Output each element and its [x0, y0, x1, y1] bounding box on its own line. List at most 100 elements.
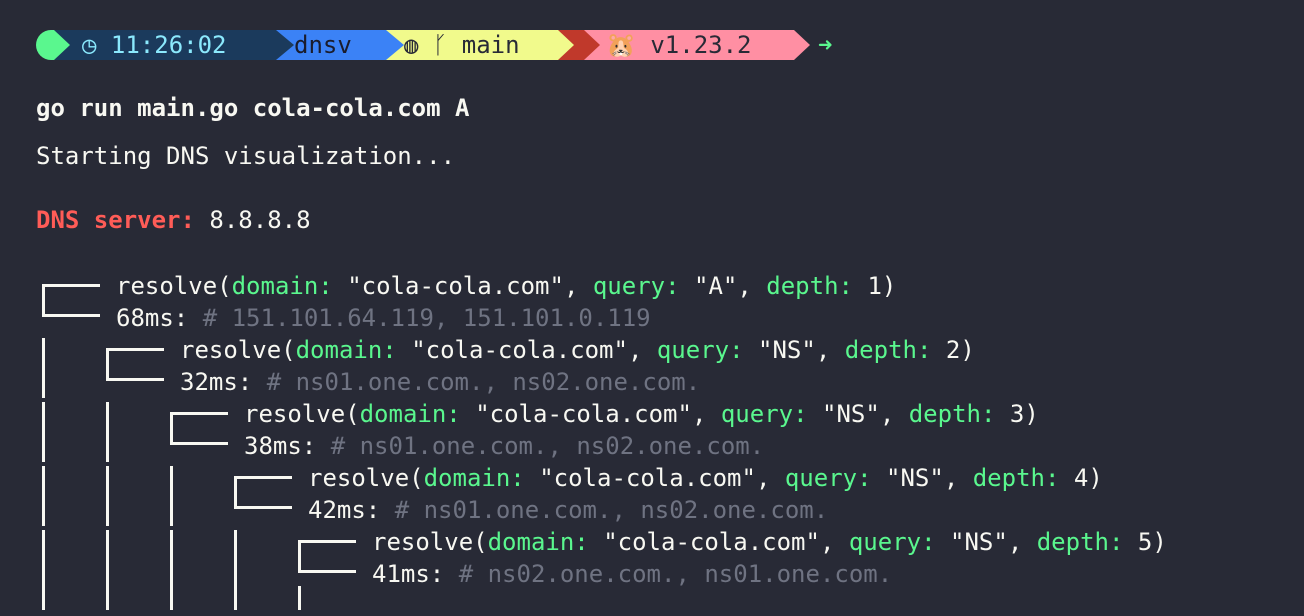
tree-guide-line [170, 586, 173, 610]
separator: , [737, 272, 752, 300]
domain-key: domain: [231, 272, 333, 300]
command-line: go run main.go cola-cola.com A [36, 94, 470, 122]
prompt-directory: dnsv [294, 31, 352, 59]
tree-guide-line [42, 586, 45, 610]
resolve-result-line: 38ms: # ns01.one.com., ns02.one.com. [244, 430, 764, 462]
close-paren: ) [1024, 400, 1039, 428]
tree-guide-line [106, 466, 109, 526]
tree-guide-line [298, 586, 301, 610]
tree-branch-line [106, 348, 109, 380]
tree-branch-line [234, 476, 237, 508]
tree-guide-line [42, 338, 45, 398]
close-paren: ) [960, 336, 975, 364]
query-key: query: [592, 272, 680, 300]
tree-guide-line [234, 586, 237, 610]
response-time: 42ms: [308, 496, 381, 524]
tree-guide-line [106, 402, 109, 462]
dns-server-line: DNS server: 8.8.8.8 [36, 206, 311, 234]
prompt-go-version: v1.23.2 [650, 31, 752, 59]
resolve-keyword: resolve( [308, 464, 424, 492]
depth-key: depth: [1036, 528, 1124, 556]
segment-arrow [794, 30, 810, 60]
segment-arrow [276, 30, 294, 60]
query-value: "NS" [886, 464, 944, 492]
result-comment: # ns01.one.com., ns02.one.com. [266, 368, 701, 396]
gopher-icon: 🐹 [606, 31, 636, 59]
query-value: "NS" [822, 400, 880, 428]
response-time: 68ms: [116, 304, 189, 332]
result-comment: # ns02.one.com., ns01.one.com. [458, 560, 893, 588]
resolve-keyword: resolve( [372, 528, 488, 556]
resolve-result-line: 41ms: # ns02.one.com., ns01.one.com. [372, 558, 892, 590]
separator: , [815, 336, 831, 364]
resolve-call-line: resolve(domain: "cola-cola.com", query: … [308, 462, 1103, 494]
response-time: 38ms: [244, 432, 317, 460]
result-comment: # ns01.one.com., ns02.one.com. [330, 432, 765, 460]
resolve-call-line: resolve(domain: "cola-cola.com", query: … [244, 398, 1039, 430]
prompt-time: 11:26:02 [110, 31, 227, 59]
depth-key: depth: [766, 272, 853, 300]
domain-key: domain: [487, 528, 589, 556]
segment-arrow [386, 30, 404, 60]
separator: , [691, 400, 707, 428]
tree-branch-line [234, 476, 292, 479]
tree-guide-line [170, 466, 173, 526]
resolve-result-line: 68ms: # 151.101.64.119, 151.101.0.119 [116, 302, 651, 334]
depth-key: depth: [844, 336, 932, 364]
tree-branch-line [42, 284, 45, 316]
tree-branch-line [298, 540, 301, 572]
tree-guide-line [106, 586, 109, 610]
depth-value: 4 [1073, 464, 1089, 492]
prompt-time-segment: ◷ 11:26:02 [54, 30, 276, 60]
tree-guide-line [42, 402, 45, 462]
domain-key: domain: [423, 464, 525, 492]
tree-branch-line [106, 378, 164, 381]
dns-server-label: DNS server: [36, 206, 195, 234]
query-value: "NS" [758, 336, 816, 364]
separator: , [943, 464, 959, 492]
clock-icon: ◷ [82, 31, 97, 59]
segment-arrow [584, 30, 600, 60]
domain-value: "cola-cola.com" [347, 272, 564, 300]
query-value: "NS" [950, 528, 1008, 556]
prompt-git-segment: ◍ ᚴ main [386, 30, 558, 60]
query-key: query: [656, 336, 744, 364]
depth-value: 2 [945, 336, 961, 364]
domain-key: domain: [295, 336, 397, 364]
tree-branch-line [106, 348, 164, 351]
segment-arrow [558, 30, 574, 60]
separator: , [819, 528, 835, 556]
separator: , [563, 272, 579, 300]
tree-guide-line [42, 530, 45, 590]
tree-guide-line [170, 530, 173, 590]
query-key: query: [848, 528, 936, 556]
tree-branch-line [298, 540, 356, 543]
tree-guide-line [42, 466, 45, 526]
resolve-call-line: resolve(domain: "cola-cola.com", query: … [116, 270, 896, 302]
arrow-right-icon: ➜ [818, 31, 833, 59]
domain-value: "cola-cola.com" [539, 464, 756, 492]
depth-key: depth: [972, 464, 1060, 492]
resolve-result-line: 42ms: # ns01.one.com., ns02.one.com. [308, 494, 828, 526]
result-comment: # ns01.one.com., ns02.one.com. [394, 496, 829, 524]
separator: , [1007, 528, 1023, 556]
tree-branch-line [42, 314, 100, 317]
query-key: query: [720, 400, 808, 428]
tree-branch-line [170, 412, 228, 415]
tree-guide-line [234, 530, 237, 590]
resolve-result-line: 32ms: # ns01.one.com., ns02.one.com. [180, 366, 700, 398]
resolve-keyword: resolve( [116, 272, 232, 300]
status-line: Starting DNS visualization... [36, 142, 456, 170]
resolve-call-line: resolve(domain: "cola-cola.com", query: … [372, 526, 1167, 558]
query-key: query: [784, 464, 872, 492]
prompt-go-segment: 🐹 v1.23.2 [584, 30, 794, 60]
git-branch-icon: ᚴ [432, 31, 448, 59]
dns-server-value: 8.8.8.8 [209, 206, 311, 234]
response-time: 32ms: [180, 368, 253, 396]
depth-value: 3 [1009, 400, 1025, 428]
tree-guide-line [106, 530, 109, 590]
segment-arrow [54, 30, 70, 60]
query-value: "A" [694, 272, 738, 300]
tree-branch-line [170, 412, 173, 444]
separator: , [879, 400, 895, 428]
